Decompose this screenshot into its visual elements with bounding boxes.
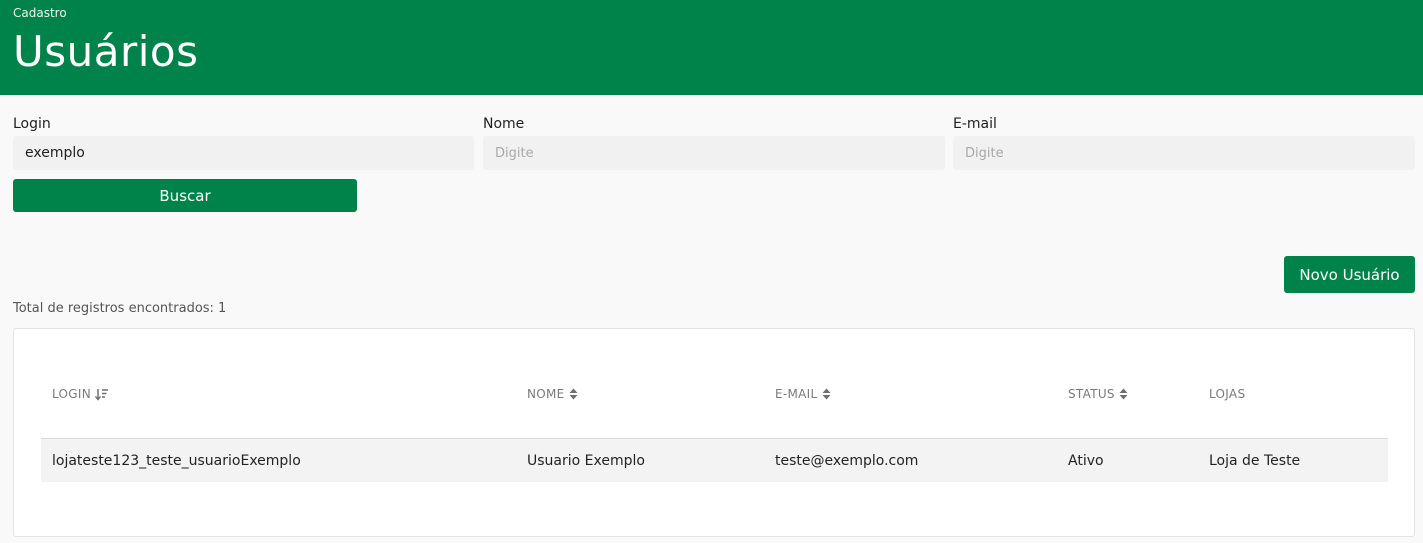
nome-input[interactable] [483, 136, 945, 170]
nome-label: Nome [483, 116, 525, 132]
column-header-email[interactable]: E-MAIL [775, 387, 831, 401]
sort-descending-icon[interactable] [95, 388, 109, 401]
login-label: Login [13, 116, 51, 132]
column-label: STATUS [1068, 387, 1115, 401]
sort-icon[interactable] [1119, 388, 1128, 400]
sort-icon[interactable] [569, 388, 578, 400]
search-button[interactable]: Buscar [13, 179, 357, 212]
cell-email: teste@exemplo.com [775, 453, 919, 469]
page-title: Usuários [13, 27, 199, 76]
new-user-button[interactable]: Novo Usuário [1284, 256, 1415, 293]
sort-icon[interactable] [822, 388, 831, 400]
page-header: Cadastro Usuários [0, 0, 1423, 95]
column-label: E-MAIL [775, 387, 818, 401]
table-row[interactable]: lojateste123_teste_usuarioExemplo Usuari… [41, 438, 1388, 482]
email-label: E-mail [953, 116, 997, 132]
cell-nome: Usuario Exemplo [527, 453, 645, 469]
column-label: LOJAS [1209, 387, 1246, 401]
email-input[interactable] [953, 136, 1415, 170]
column-header-login[interactable]: LOGIN [52, 387, 109, 401]
column-header-status[interactable]: STATUS [1068, 387, 1128, 401]
cell-status: Ativo [1068, 453, 1104, 469]
column-label: LOGIN [52, 387, 92, 401]
login-input[interactable] [13, 136, 474, 170]
column-header-lojas: LOJAS [1209, 387, 1245, 401]
cell-login: lojateste123_teste_usuarioExemplo [52, 453, 301, 469]
column-label: NOME [527, 387, 565, 401]
total-records-text: Total de registros encontrados: 1 [13, 301, 227, 316]
results-table: LOGIN NOME E-MAIL STATUS LOJAS lojateste… [13, 328, 1415, 537]
column-header-nome[interactable]: NOME [527, 387, 578, 401]
cell-lojas: Loja de Teste [1209, 453, 1301, 469]
breadcrumb[interactable]: Cadastro [13, 6, 67, 20]
